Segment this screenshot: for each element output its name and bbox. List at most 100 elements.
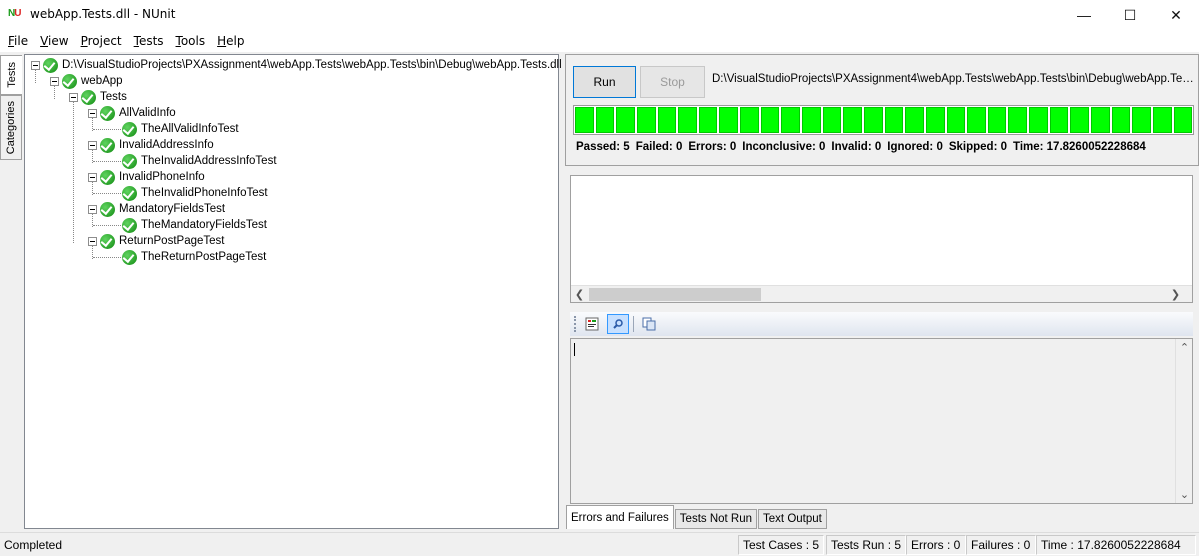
passed-check-icon — [100, 105, 115, 121]
progress-segment — [1070, 107, 1090, 133]
copy-icon[interactable] — [638, 314, 660, 334]
collapse-icon[interactable] — [88, 140, 97, 150]
progress-segment — [1008, 107, 1028, 133]
progress-segment — [822, 107, 842, 133]
scroll-up-icon[interactable]: ⌃ — [1176, 339, 1193, 356]
progress-segment — [802, 107, 821, 133]
progress-segment — [1132, 107, 1151, 133]
maximize-button[interactable]: ☐ — [1107, 0, 1153, 30]
tab-text-output[interactable]: Text Output — [758, 509, 827, 529]
collapse-icon[interactable] — [88, 204, 97, 214]
run-stats: Passed: 5 Failed: 0 Errors: 0 Inconclusi… — [576, 141, 1146, 153]
progress-segment — [1152, 107, 1172, 133]
menu-bar: File View Project Tests Tools Help — [0, 30, 1199, 52]
status-text: Completed — [4, 538, 63, 552]
collapse-icon[interactable] — [88, 108, 97, 118]
collapse-icon[interactable] — [31, 60, 40, 70]
title-bar: NU webApp.Tests.dll - NUnit — ☐ ✕ — [0, 0, 1199, 30]
scroll-down-icon[interactable]: ⌄ — [1176, 486, 1193, 503]
vertical-scrollbar[interactable]: ⌃ ⌄ — [1175, 339, 1192, 503]
menu-file[interactable]: File — [2, 34, 34, 48]
tree-node-fixture[interactable]: InvalidPhoneInfo — [88, 169, 205, 185]
menu-help[interactable]: Help — [211, 34, 250, 48]
scrollbar-thumb[interactable] — [589, 288, 761, 301]
passed-check-icon — [43, 57, 58, 73]
stop-button[interactable]: Stop — [640, 66, 705, 98]
tree-node-namespace[interactable]: webApp — [50, 73, 123, 89]
tab-errors-and-failures[interactable]: Errors and Failures — [566, 505, 674, 529]
progress-bar — [573, 105, 1194, 135]
progress-segment — [987, 107, 1007, 133]
progress-segment — [967, 107, 986, 133]
tree-node-assembly[interactable]: D:\VisualStudioProjects\PXAssignment4\we… — [31, 57, 562, 73]
tree-node-fixture[interactable]: AllValidInfo — [88, 105, 176, 121]
progress-segment — [657, 107, 677, 133]
progress-segment — [1029, 107, 1048, 133]
collapse-icon[interactable] — [88, 236, 97, 246]
status-bar: Completed Test Cases : 5 Tests Run : 5 E… — [0, 532, 1199, 556]
source-code-icon[interactable] — [581, 314, 603, 334]
progress-segment — [575, 107, 594, 133]
passed-check-icon — [122, 153, 137, 169]
collapse-icon[interactable] — [69, 92, 78, 102]
progress-segment — [1049, 107, 1069, 133]
progress-segment — [1111, 107, 1131, 133]
close-button[interactable]: ✕ — [1153, 0, 1199, 30]
tree-node-test[interactable]: TheInvalidPhoneInfoTest — [122, 185, 268, 201]
tab-tests-not-run[interactable]: Tests Not Run — [674, 509, 758, 529]
passed-check-icon — [122, 185, 137, 201]
tree-connector — [73, 101, 74, 243]
tree-node-test[interactable]: TheAllValidInfoTest — [122, 121, 239, 137]
inconclusive-count: Inconclusive: 0 — [742, 141, 826, 153]
nunit-logo-icon: NU — [8, 8, 22, 19]
collapse-icon[interactable] — [50, 76, 59, 86]
scroll-right-icon[interactable]: ❯ — [1167, 286, 1184, 303]
errors-count: Errors: 0 — [688, 141, 737, 153]
errors-list[interactable]: ❮ ❯ — [570, 175, 1193, 303]
tree-connector — [93, 225, 121, 226]
tree-node-test[interactable]: TheMandatoryFieldsTest — [122, 217, 267, 233]
menu-tools[interactable]: Tools — [170, 34, 212, 48]
tree-connector — [93, 129, 121, 130]
toolbar-separator — [633, 316, 634, 332]
progress-segment — [595, 107, 615, 133]
tree-node-fixture[interactable]: ReturnPostPageTest — [88, 233, 224, 249]
test-tree[interactable]: D:\VisualStudioProjects\PXAssignment4\we… — [24, 54, 562, 529]
run-button[interactable]: Run — [573, 66, 636, 98]
horizontal-scrollbar[interactable]: ❮ ❯ — [571, 285, 1192, 302]
window-title: webApp.Tests.dll - NUnit — [30, 7, 176, 21]
tree-node-test[interactable]: TheInvalidAddressInfoTest — [122, 153, 277, 169]
tree-node-test[interactable]: TheReturnPostPageTest — [122, 249, 266, 265]
side-tab-categories[interactable]: Categories — [0, 95, 22, 160]
tree-connector — [93, 257, 121, 258]
tree-node-fixture[interactable]: InvalidAddressInfo — [88, 137, 214, 153]
passed-count: Passed: 5 — [576, 141, 630, 153]
invalid-count: Invalid: 0 — [831, 141, 882, 153]
passed-check-icon — [100, 201, 115, 217]
progress-segment — [843, 107, 862, 133]
minimize-button[interactable]: — — [1061, 0, 1107, 30]
collapse-icon[interactable] — [88, 172, 97, 182]
ignored-count: Ignored: 0 — [887, 141, 943, 153]
progress-segment — [781, 107, 801, 133]
tree-connector — [93, 161, 121, 162]
tree-node-fixture[interactable]: MandatoryFieldsTest — [88, 201, 225, 217]
menu-view[interactable]: View — [34, 34, 74, 48]
side-tab-tests[interactable]: Tests — [0, 55, 22, 95]
progress-segment — [925, 107, 945, 133]
menu-project[interactable]: Project — [75, 34, 128, 48]
progress-segment — [905, 107, 924, 133]
menu-tests[interactable]: Tests — [128, 34, 170, 48]
progress-segment — [719, 107, 739, 133]
scroll-left-icon[interactable]: ❮ — [571, 286, 588, 303]
status-test-cases: Test Cases : 5 — [738, 535, 824, 555]
run-time: Time: 17.8260052228684 — [1013, 141, 1146, 153]
progress-segment — [863, 107, 883, 133]
tree-node-namespace[interactable]: Tests — [69, 89, 127, 105]
assembly-path: D:\VisualStudioProjects\PXAssignment4\we… — [712, 73, 1197, 85]
stacktrace-panel[interactable]: ⌃ ⌄ — [570, 338, 1193, 504]
status-time: Time : 17.8260052228684 — [1036, 535, 1196, 555]
passed-check-icon — [122, 121, 137, 137]
zoom-icon[interactable] — [607, 314, 629, 334]
text-caret — [574, 343, 575, 356]
